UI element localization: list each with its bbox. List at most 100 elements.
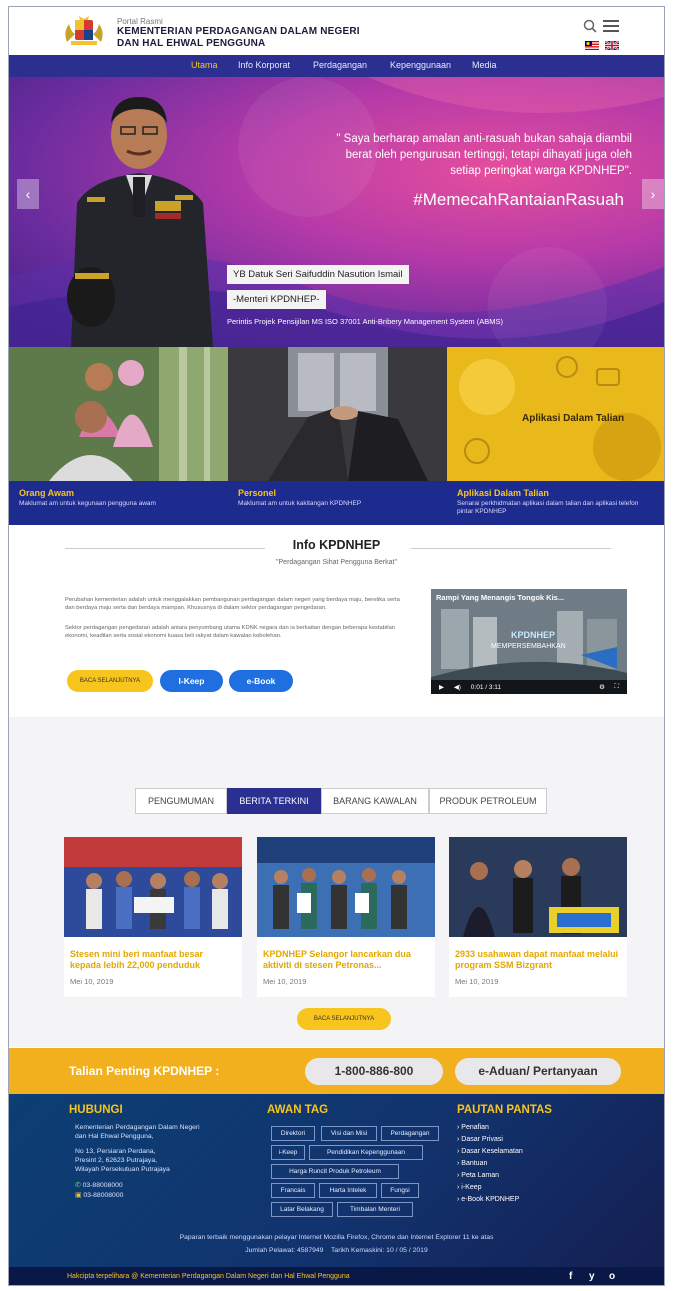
footer-links-heading: PAUTAN PANTAS xyxy=(457,1104,552,1116)
eaduan-button[interactable]: e-Aduan/ Pertanyaan xyxy=(455,1058,621,1085)
news-card-1-title[interactable]: Stesen mini beri manfaat besar kepada le… xyxy=(64,942,242,971)
footer-tags-heading: AWAN TAG xyxy=(267,1104,329,1116)
hero-next-arrow[interactable]: › xyxy=(642,179,664,209)
hero-prev-arrow[interactable]: ‹ xyxy=(17,179,39,209)
read-more-button[interactable]: BACA SELANJUTNYA xyxy=(67,670,153,692)
video-time: 0:01 / 3:11 xyxy=(470,684,502,691)
tab-produk-petroleum[interactable]: PRODUK PETROLEUM xyxy=(429,788,547,814)
flag-malaysia-icon[interactable] xyxy=(585,41,599,50)
tag-harta-intelek[interactable]: Harta Intelek xyxy=(319,1183,377,1198)
video-title[interactable]: Rampi Yang Menangis Tongok Kis... xyxy=(436,593,564,602)
video-thumbnail xyxy=(431,589,627,694)
tab-barang-kawalan[interactable]: BARANG KAWALAN xyxy=(321,788,429,814)
family-photo xyxy=(9,347,228,481)
news-card-1[interactable]: Stesen mini beri manfaat besar kepada le… xyxy=(64,837,242,997)
link-dasar-privasi[interactable]: › Dasar Privasi xyxy=(457,1136,503,1143)
search-icon[interactable] xyxy=(583,19,597,33)
tag-fungsi[interactable]: Fungsi xyxy=(381,1183,419,1198)
tile-aplikasi[interactable]: Aplikasi Dalam Talian Aplikasi Dalam Tal… xyxy=(447,347,664,525)
news-read-more-button[interactable]: BACA SELANJUTNYA xyxy=(297,1008,391,1030)
facebook-icon[interactable]: f xyxy=(569,1271,572,1282)
footer-phone[interactable]: ✆ 03-88008000 xyxy=(75,1182,123,1191)
info-subtitle: "Perdagangan Sihat Pengguna Berkat" xyxy=(276,559,397,566)
main-nav: Utama Info Korporat Perdagangan Kepenggu… xyxy=(9,55,664,77)
instagram-icon[interactable]: o xyxy=(609,1271,615,1282)
link-bantuan-label: Bantuan xyxy=(461,1160,488,1167)
hero-quote: " Saya berharap amalan anti-rasuah bukan… xyxy=(336,133,632,177)
footer-address-line3: Wilayah Persekutuan Putrajaya xyxy=(75,1166,170,1173)
video-controls[interactable]: ▶ ◀) 0:01 / 3:11 ⚙ ⛶ xyxy=(431,680,627,694)
site-footer: HUBUNGI Kementerian Perdagangan Dalam Ne… xyxy=(9,1094,664,1267)
link-peta-laman[interactable]: › Peta Laman xyxy=(457,1172,499,1179)
footer-contact-heading: HUBUNGI xyxy=(69,1104,123,1116)
link-bantuan[interactable]: › Bantuan xyxy=(457,1160,487,1167)
news-card-3[interactable]: 2933 usahawan dapat manfaat melalui prog… xyxy=(449,837,627,997)
flag-uk-icon[interactable] xyxy=(605,41,619,50)
tile-orang-awam-bar: Orang Awam Maklumat am untuk kegunaan pe… xyxy=(9,481,228,525)
quick-access-tiles: Orang Awam Maklumat am untuk kegunaan pe… xyxy=(9,347,664,525)
hero-slider[interactable]: ‹ › " Saya berharap amalan anti-rasuah b… xyxy=(9,77,664,347)
tile-orang-awam-title: Orang Awam xyxy=(19,488,75,498)
link-penafian[interactable]: › Penafian xyxy=(457,1124,489,1131)
video-player[interactable]: Rampi Yang Menangis Tongok Kis... KPDNHE… xyxy=(431,589,627,694)
tab-berita-terkini[interactable]: BERITA TERKINI xyxy=(227,788,321,814)
tag-perdagangan[interactable]: Perdagangan xyxy=(381,1126,439,1141)
news-card-2-title[interactable]: KPDNHEP Selangor lancarkan dua aktiviti … xyxy=(257,942,435,971)
footer-stats: Jumlah Pelawat: 4587949 Tarikh Kemaskini… xyxy=(9,1247,664,1254)
site-title-line2[interactable]: DAN HAL EHWAL PENGGUNA xyxy=(117,38,265,49)
copyright-bar: Hakcipta terpelihara @ Kementerian Perda… xyxy=(9,1267,664,1285)
link-dasar-keselamatan[interactable]: › Dasar Keselamatan xyxy=(457,1148,523,1155)
nav-perdagangan[interactable]: Perdagangan xyxy=(313,60,367,70)
footer-org-line1: Kementerian Perdagangan Dalam Negeri xyxy=(75,1124,200,1131)
phone-icon: ✆ xyxy=(75,1182,83,1189)
news-card-3-date: Mei 10, 2019 xyxy=(455,977,499,986)
settings-icon[interactable]: ⚙ xyxy=(599,683,605,691)
fullscreen-icon[interactable]: ⛶ xyxy=(614,683,619,691)
nav-kepenggunaan[interactable]: Kepenggunaan xyxy=(390,60,451,70)
tag-francais[interactable]: Francais xyxy=(271,1183,315,1198)
hamburger-menu-icon[interactable] xyxy=(603,20,619,32)
tag-harga-runcit[interactable]: Harga Runcit Produk Petroleum xyxy=(271,1164,399,1179)
play-icon[interactable]: ▶ xyxy=(439,684,444,691)
footer-updated: Tarikh Kemaskini: 10 / 05 / 2019 xyxy=(331,1247,428,1254)
tile-orang-awam[interactable]: Orang Awam Maklumat am untuk kegunaan pe… xyxy=(9,347,228,525)
link-ebook[interactable]: › e-Book KPDNHEP xyxy=(457,1196,519,1203)
twitter-icon[interactable]: y xyxy=(589,1271,595,1282)
news-card-1-date: Mei 10, 2019 xyxy=(70,977,114,986)
hotline-phone-button[interactable]: 1-800-886-800 xyxy=(305,1058,443,1085)
ebook-button[interactable]: e-Book xyxy=(229,670,293,692)
tag-pendidikan-kepenggunaan[interactable]: Pendidikan Kepenggunaan xyxy=(309,1145,423,1160)
news-photo-3 xyxy=(449,837,627,937)
footer-address-line2: Presint 2, 62623 Putrajaya, xyxy=(75,1157,157,1164)
site-title-line1[interactable]: KEMENTERIAN PERDAGANGAN DALAM NEGERI xyxy=(117,26,360,37)
nav-utama[interactable]: Utama xyxy=(191,60,218,70)
tile-aplikasi-bar: Aplikasi Dalam Talian Senarai perkhidmat… xyxy=(447,481,664,525)
hero-role-plate: -Menteri KPDNHEP- xyxy=(227,290,326,309)
nav-info-korporat[interactable]: Info Korporat xyxy=(238,60,290,70)
crest-logo[interactable] xyxy=(61,14,107,48)
footer-fax[interactable]: ▣ 03-88008000 xyxy=(75,1192,123,1201)
link-ikeep[interactable]: › i-Keep xyxy=(457,1184,482,1191)
tile-personel-title: Personel xyxy=(238,488,277,498)
tag-timbalan-menteri[interactable]: Timbalan Menteri xyxy=(337,1202,413,1217)
copyright-text: Hakcipta terpelihara @ Kementerian Perda… xyxy=(67,1273,350,1280)
nav-media[interactable]: Media xyxy=(472,60,497,70)
footer-address-line1: No 13, Persiaran Perdana, xyxy=(75,1148,156,1155)
news-card-2[interactable]: KPDNHEP Selangor lancarkan dua aktiviti … xyxy=(257,837,435,997)
tile-orang-awam-desc: Maklumat am untuk kegunaan pengguna awam xyxy=(19,500,156,507)
handshake-photo xyxy=(228,347,447,481)
news-card-3-title[interactable]: 2933 usahawan dapat manfaat melalui prog… xyxy=(449,942,627,971)
volume-icon[interactable]: ◀) xyxy=(454,684,461,691)
tag-visi-misi[interactable]: Visi dan Misi xyxy=(321,1126,377,1141)
tab-pengumuman[interactable]: PENGUMUMAN xyxy=(135,788,227,814)
tile-personel[interactable]: Personel Maklumat am untuk kakitangan KP… xyxy=(228,347,447,525)
tag-ikeep[interactable]: i-Keep xyxy=(271,1145,305,1160)
ikeep-button[interactable]: I-Keep xyxy=(160,670,223,692)
tag-direktori[interactable]: Direktori xyxy=(271,1126,315,1141)
tile-personel-bar: Personel Maklumat am untuk kakitangan KP… xyxy=(228,481,447,525)
video-caption: MEMPERSEMBAHKAN xyxy=(491,643,566,650)
footer-browser-note: Paparan terbaik menggunakan pelayar Inte… xyxy=(179,1234,494,1241)
link-peta-laman-label: Peta Laman xyxy=(461,1172,500,1179)
link-dasar-privasi-label: Dasar Privasi xyxy=(461,1136,503,1143)
tag-latar-belakang[interactable]: Latar Belakang xyxy=(271,1202,333,1217)
